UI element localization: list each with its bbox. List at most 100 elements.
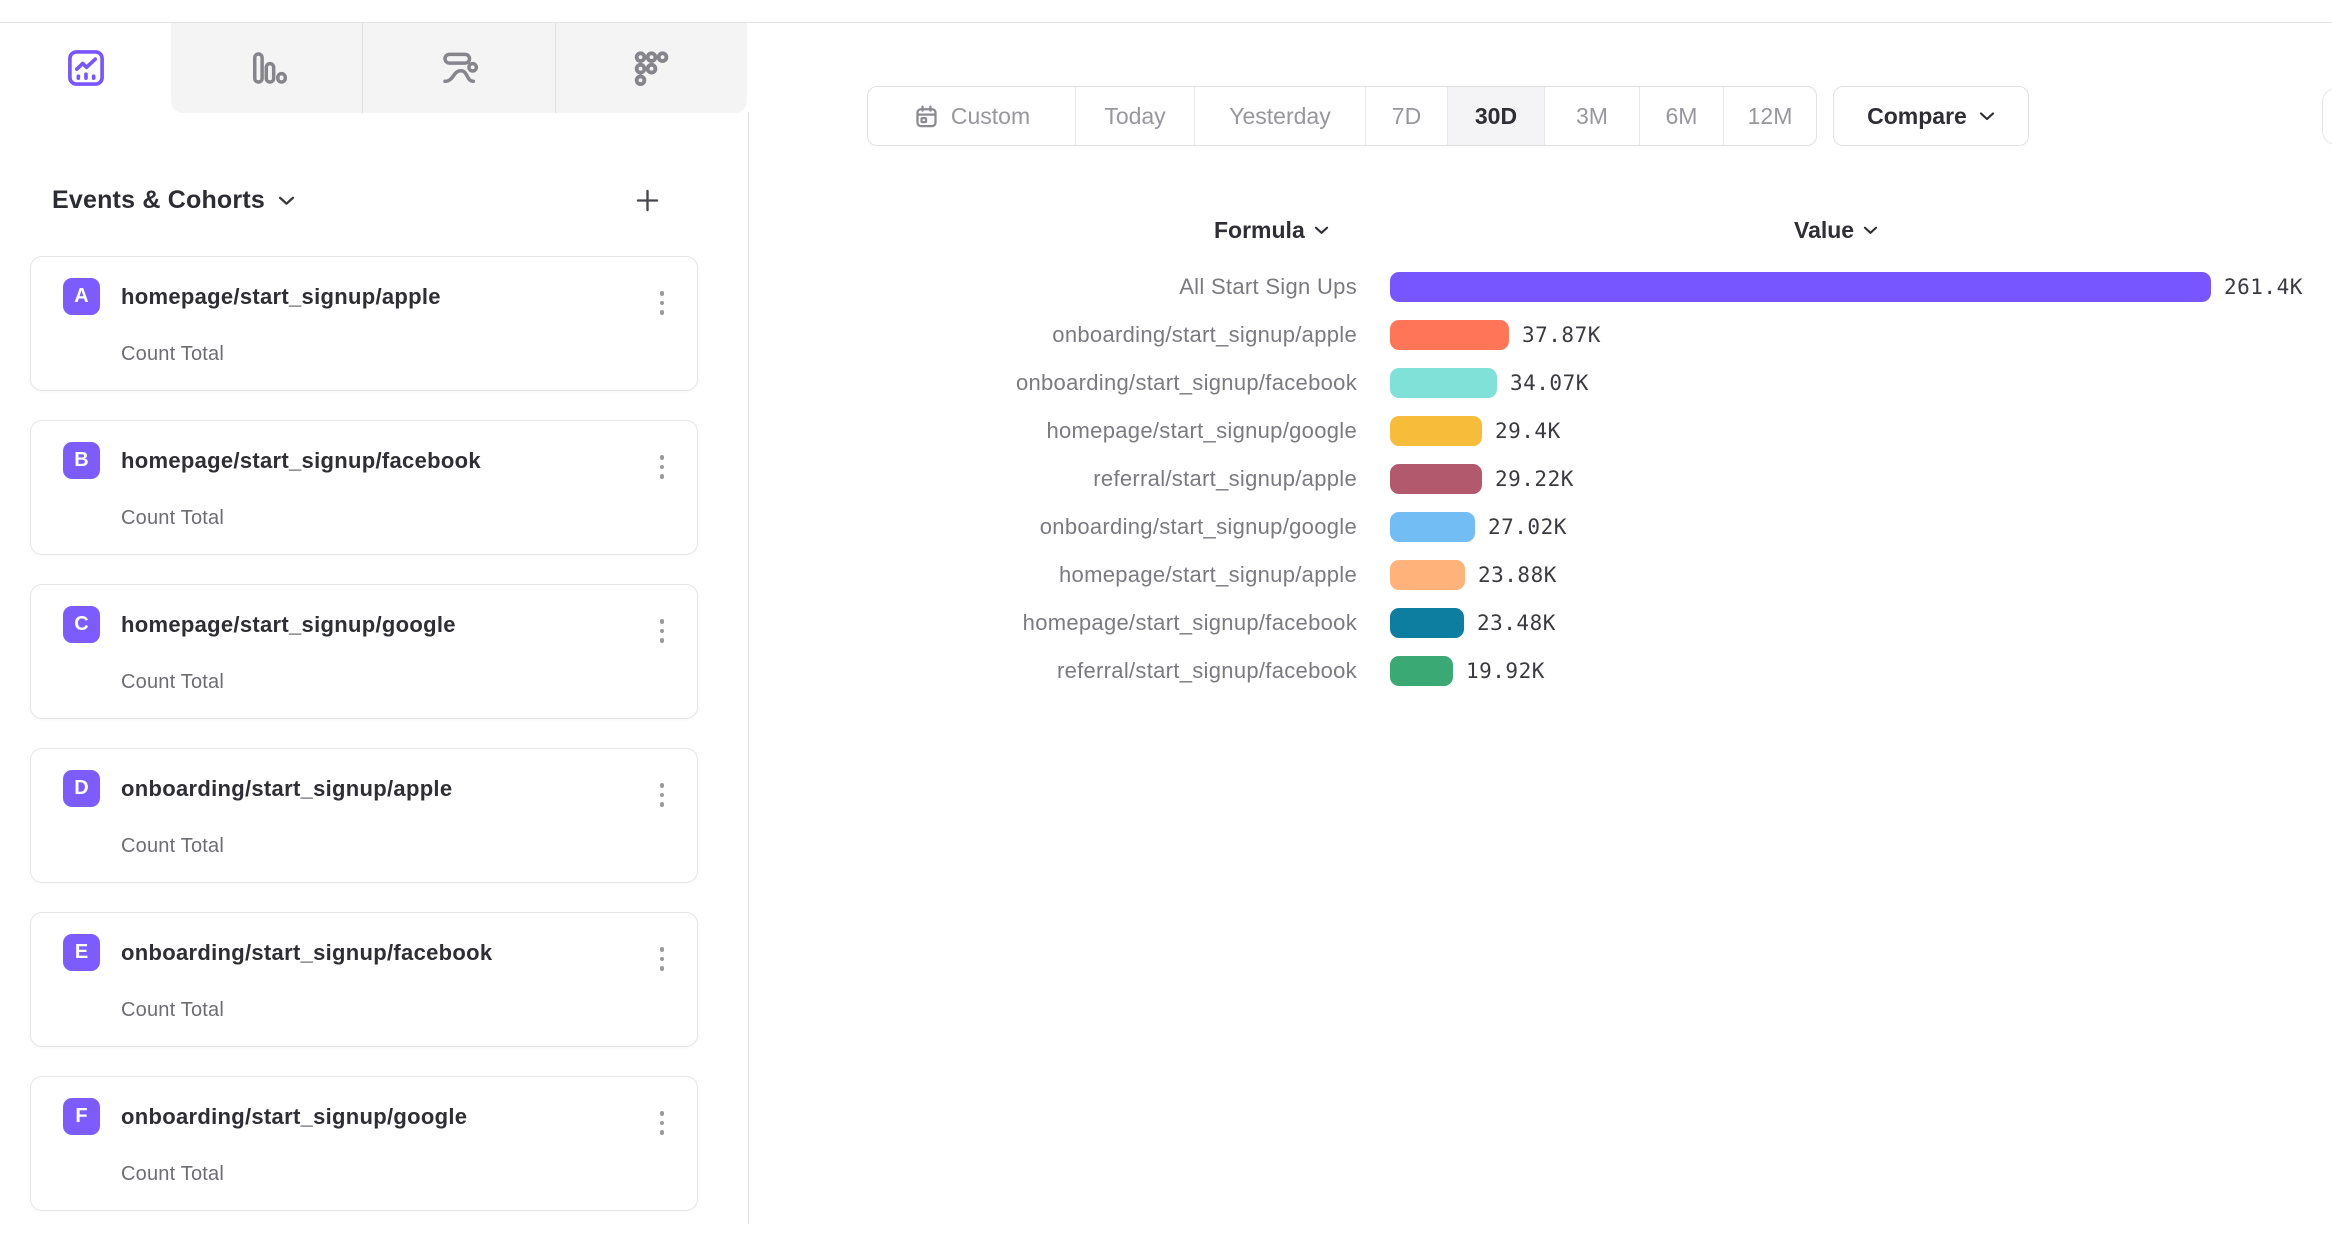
bar[interactable] [1390, 368, 1497, 398]
chevron-down-icon [1863, 225, 1878, 235]
bar-wrap: 29.4K [1390, 416, 1561, 446]
event-metric[interactable]: Count Total [121, 1163, 224, 1186]
compare-label: Compare [1867, 103, 1967, 130]
bar-wrap: 261.4K [1390, 272, 2303, 302]
bar-value: 23.48K [1477, 611, 1556, 635]
date-range-label: Custom [951, 103, 1030, 130]
event-metric[interactable]: Count Total [121, 999, 224, 1022]
date-range-6m[interactable]: 6M [1639, 87, 1723, 145]
tab-bar-chart[interactable] [171, 23, 362, 113]
bar-value: 261.4K [2224, 275, 2303, 299]
bar-label: homepage/start_signup/facebook [0, 610, 1357, 636]
date-range-3m[interactable]: 3M [1544, 87, 1639, 145]
bar-chart-row: referral/start_signup/apple 29.22K [0, 455, 2332, 503]
add-event-button[interactable] [624, 177, 670, 223]
bar-label: onboarding/start_signup/google [0, 514, 1357, 540]
event-letter-badge[interactable]: F [63, 1098, 100, 1135]
bar[interactable] [1390, 512, 1475, 542]
events-cohorts-toggle[interactable]: Events & Cohorts [52, 186, 295, 215]
bar-wrap: 34.07K [1390, 368, 1589, 398]
date-range-label: 30D [1475, 103, 1517, 130]
sidebar-title: Events & Cohorts [52, 186, 265, 215]
bar-value: 37.87K [1522, 323, 1601, 347]
bar-chart-row: onboarding/start_signup/google 27.02K [0, 503, 2332, 551]
bar-wrap: 37.87K [1390, 320, 1601, 350]
bar-chart-row: homepage/start_signup/facebook 23.48K [0, 599, 2332, 647]
event-card[interactable]: Donboarding/start_signup/apple Count Tota… [30, 748, 698, 883]
event-letter-badge[interactable]: D [63, 770, 100, 807]
bar-wrap: 19.92K [1390, 656, 1545, 686]
value-column-header[interactable]: Value [1794, 214, 1878, 246]
value-header-label: Value [1794, 217, 1854, 244]
dot-grid-icon [630, 47, 672, 89]
bar[interactable] [1390, 560, 1465, 590]
bar-chart-icon [246, 47, 288, 89]
date-range-label: Today [1104, 103, 1165, 130]
sidebar-header: Events & Cohorts [52, 176, 670, 224]
bar[interactable] [1390, 272, 2211, 302]
event-name: onboarding/start_signup/apple [121, 776, 452, 802]
date-range-today[interactable]: Today [1075, 87, 1194, 145]
bar-wrap: 29.22K [1390, 464, 1574, 494]
event-name: onboarding/start_signup/google [121, 1104, 467, 1130]
event-metric[interactable]: Count Total [121, 835, 224, 858]
bar-wrap: 23.48K [1390, 608, 1556, 638]
bar-wrap: 23.88K [1390, 560, 1557, 590]
date-range-label: 3M [1576, 103, 1608, 130]
bar-value: 19.92K [1466, 659, 1545, 683]
bar-label: onboarding/start_signup/apple [0, 322, 1357, 348]
bar-label: referral/start_signup/apple [0, 466, 1357, 492]
date-range-label: Yesterday [1229, 103, 1330, 130]
tab-line-chart[interactable] [0, 23, 171, 113]
bar-chart-row: homepage/start_signup/google 29.4K [0, 407, 2332, 455]
clipped-right-button[interactable] [2322, 88, 2332, 145]
formula-column-header[interactable]: Formula [1214, 214, 1329, 246]
date-range-yesterday[interactable]: Yesterday [1194, 87, 1365, 145]
bar-value: 34.07K [1510, 371, 1589, 395]
date-range-12m[interactable]: 12M [1723, 87, 1816, 145]
event-card[interactable]: Fonboarding/start_signup/google Count Tot… [30, 1076, 698, 1211]
line-chart-icon [63, 45, 109, 91]
formula-header-label: Formula [1214, 217, 1305, 244]
bar-value: 29.22K [1495, 467, 1574, 491]
flows-icon [438, 47, 480, 89]
date-range-7d[interactable]: 7D [1365, 87, 1447, 145]
bar-chart-row: referral/start_signup/facebook 19.92K [0, 647, 2332, 695]
chevron-down-icon [1979, 111, 1995, 121]
bar-chart-row: onboarding/start_signup/apple 37.87K [0, 311, 2332, 359]
bar-label: onboarding/start_signup/facebook [0, 370, 1357, 396]
bar-chart-row: All Start Sign Ups 261.4K [0, 263, 2332, 311]
event-options-kebab-icon[interactable] [647, 1101, 677, 1145]
plus-icon [634, 187, 661, 214]
bar-chart-row: homepage/start_signup/apple 23.88K [0, 551, 2332, 599]
date-range-label: 6M [1666, 103, 1698, 130]
bar[interactable] [1390, 320, 1509, 350]
event-name: onboarding/start_signup/facebook [121, 940, 492, 966]
calendar-icon [913, 103, 940, 130]
bar-value: 23.88K [1478, 563, 1557, 587]
bar-wrap: 27.02K [1390, 512, 1567, 542]
bar-value: 29.4K [1495, 419, 1561, 443]
bar-label: homepage/start_signup/google [0, 418, 1357, 444]
bar-value: 27.02K [1488, 515, 1567, 539]
date-range-30d[interactable]: 30D [1447, 87, 1544, 145]
event-options-kebab-icon[interactable] [647, 773, 677, 817]
chevron-down-icon [1314, 225, 1329, 235]
bar-label: homepage/start_signup/apple [0, 562, 1357, 588]
bar[interactable] [1390, 416, 1482, 446]
event-card[interactable]: Eonboarding/start_signup/facebook Count T… [30, 912, 698, 1047]
tab-flows[interactable] [362, 23, 554, 113]
bar[interactable] [1390, 464, 1482, 494]
compare-button[interactable]: Compare [1833, 86, 2029, 146]
event-options-kebab-icon[interactable] [647, 937, 677, 981]
bar-label: referral/start_signup/facebook [0, 658, 1357, 684]
tab-retention-grid[interactable] [555, 23, 747, 113]
event-letter-badge[interactable]: E [63, 934, 100, 971]
chevron-down-icon [278, 195, 295, 206]
date-range-custom[interactable]: Custom [868, 87, 1075, 145]
bar[interactable] [1390, 608, 1464, 638]
bar-chart: All Start Sign Ups 261.4K onboarding/start… [0, 263, 2332, 695]
bar[interactable] [1390, 656, 1453, 686]
date-range-control: Custom Today Yesterday 7D 30D 3M 6M 12M [867, 86, 1817, 146]
bar-label: All Start Sign Ups [0, 274, 1357, 300]
